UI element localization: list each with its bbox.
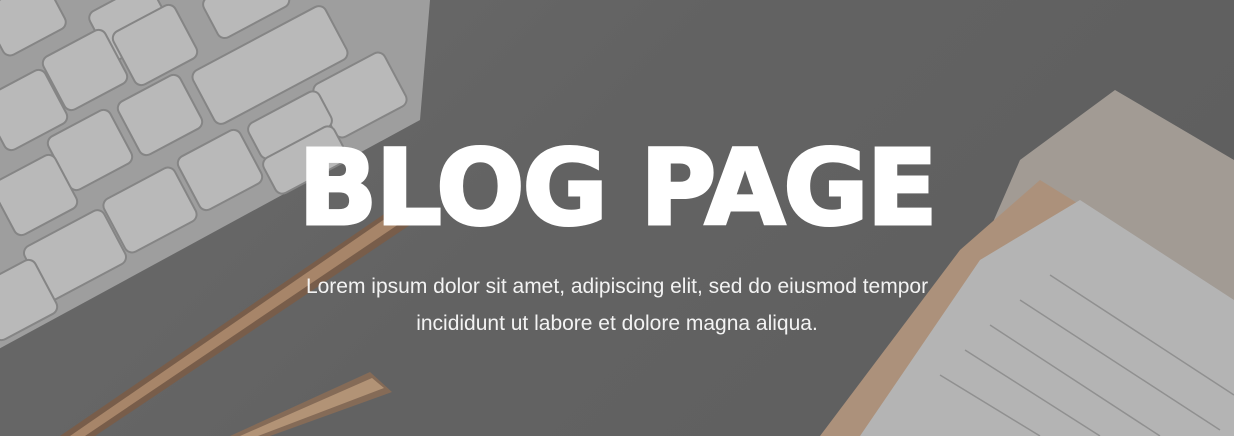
page-subtitle: Lorem ipsum dolor sit amet, adipiscing e… — [305, 275, 929, 335]
hero-banner: BLOG PAGE Lorem ipsum dolor sit amet, ad… — [0, 0, 1234, 436]
hero-content: BLOG PAGE Lorem ipsum dolor sit amet, ad… — [0, 0, 1234, 436]
page-title: BLOG PAGE — [297, 127, 939, 250]
